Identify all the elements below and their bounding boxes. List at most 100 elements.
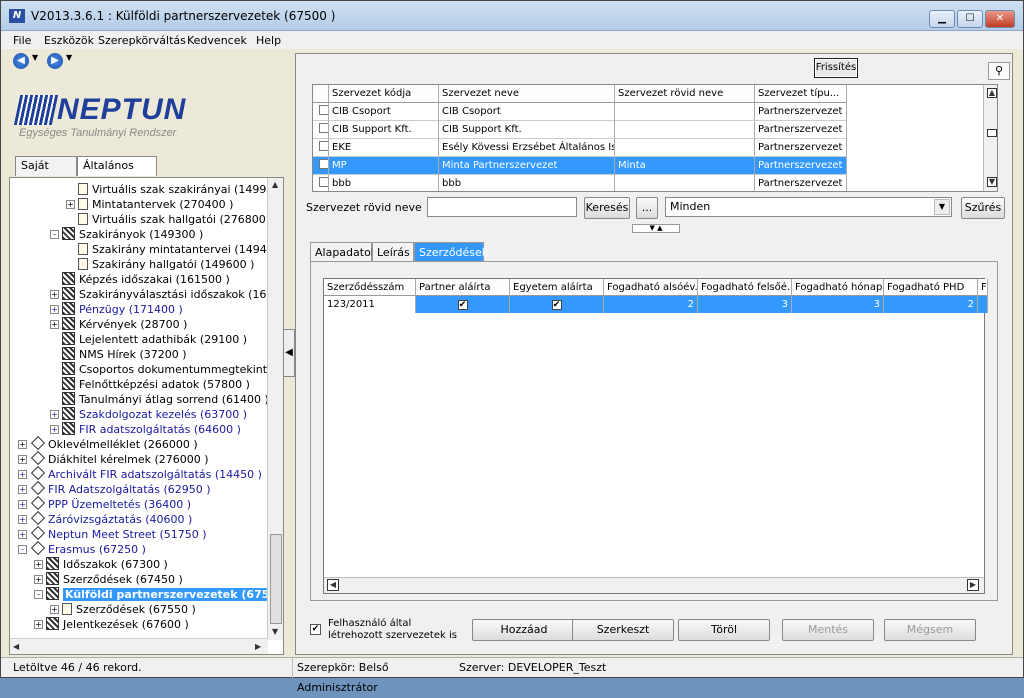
column-header[interactable]: Partner aláírta bbox=[416, 279, 510, 296]
menu-szerepkorvaltas[interactable]: Szerepkörváltás bbox=[98, 34, 186, 47]
tree-item[interactable]: Szakirány mintatantervei (149400 ) bbox=[66, 242, 268, 257]
column-header[interactable]: Szervezet rövid neve bbox=[615, 85, 755, 103]
expand-icon[interactable]: + bbox=[50, 410, 59, 419]
chevron-down-icon[interactable]: ▼ bbox=[32, 53, 38, 62]
tab-altalanos-menu[interactable]: Általános menü bbox=[77, 156, 157, 190]
tree-item[interactable]: + Mintatantervek (270400 ) bbox=[66, 197, 233, 212]
tree-item[interactable]: NMS Hírek (37200 ) bbox=[50, 347, 187, 362]
scroll-up-icon[interactable]: ▲ bbox=[987, 88, 997, 98]
arrow-left-icon[interactable]: ◀ bbox=[13, 53, 29, 69]
table-cell[interactable]: Partnerszervezet bbox=[755, 139, 847, 157]
scroll-down-icon[interactable]: ▼ bbox=[987, 177, 997, 187]
tree-item[interactable]: + PPP Üzemeltetés (36400 ) bbox=[18, 495, 191, 512]
expand-icon[interactable]: + bbox=[50, 305, 59, 314]
menu-file[interactable]: File bbox=[13, 34, 31, 47]
menu-help[interactable]: Help bbox=[256, 34, 281, 47]
tree-item[interactable]: + Szakirányválasztási időszakok (162400 ) bbox=[50, 287, 268, 302]
table-cell[interactable]: CIB Csoport bbox=[439, 103, 615, 121]
tree-item[interactable]: Lejelentett adathibák (29100 ) bbox=[50, 332, 247, 347]
edit-button[interactable]: Szerkeszt bbox=[572, 619, 674, 641]
filter-button[interactable]: Szűrés bbox=[961, 197, 1005, 219]
chevron-down-icon[interactable]: ▼ bbox=[934, 199, 950, 215]
row-checkbox[interactable] bbox=[313, 157, 329, 175]
column-header[interactable]: F bbox=[978, 279, 988, 296]
column-header[interactable]: Egyetem aláírta bbox=[510, 279, 604, 296]
tree-item[interactable]: + Pénzügy (171400 ) bbox=[50, 302, 183, 317]
tree-horizontal-scrollbar[interactable]: ◀ ▶ bbox=[10, 638, 268, 654]
column-header[interactable]: Szervezet neve bbox=[439, 85, 615, 103]
refresh-button[interactable]: Frissítés bbox=[814, 58, 858, 78]
table-cell[interactable]: Minta bbox=[615, 157, 755, 175]
cancel-button[interactable]: Mégsem bbox=[884, 619, 976, 641]
table-cell[interactable]: bbb bbox=[439, 175, 615, 191]
tree-item[interactable]: + Oklevélmelléklet (266000 ) bbox=[18, 435, 198, 452]
delete-button[interactable]: Töröl bbox=[678, 619, 770, 641]
tree-item[interactable]: - Erasmus (67250 ) bbox=[18, 540, 146, 557]
column-header[interactable]: Szervezet kódja bbox=[329, 85, 439, 103]
expand-icon[interactable]: + bbox=[50, 425, 59, 434]
tree-item[interactable]: + Kérvények (28700 ) bbox=[50, 317, 187, 332]
table-cell[interactable]: 3 bbox=[792, 296, 884, 313]
tree-item[interactable]: + Neptun Meet Street (51750 ) bbox=[18, 525, 207, 542]
scroll-up-icon[interactable]: ▲ bbox=[272, 180, 278, 189]
column-header[interactable]: Fogadható alsóév... bbox=[604, 279, 698, 296]
tree-item[interactable]: + Szakdolgozat kezelés (63700 ) bbox=[50, 407, 247, 422]
expand-icon[interactable]: + bbox=[18, 530, 27, 539]
expand-icon[interactable]: + bbox=[18, 440, 27, 449]
table-cell[interactable]: 2 bbox=[604, 296, 698, 313]
expand-icon[interactable]: + bbox=[34, 560, 43, 569]
tree-item[interactable]: + Időszakok (67300 ) bbox=[34, 557, 168, 572]
collapse-icon[interactable]: - bbox=[18, 545, 27, 554]
signed-checkbox-cell[interactable]: ✔ bbox=[416, 296, 510, 313]
scroll-left-icon[interactable]: ◀ bbox=[327, 579, 339, 591]
table-cell[interactable] bbox=[615, 121, 755, 139]
column-header[interactable]: Szervezet típu... bbox=[755, 85, 847, 103]
tree-item[interactable]: Szakirány hallgatói (149600 ) bbox=[66, 257, 254, 272]
type-filter-select[interactable]: Minden ▼ bbox=[665, 197, 952, 217]
tree-item[interactable]: Felnőttképzési adatok (57800 ) bbox=[50, 377, 250, 392]
collapse-icon[interactable]: - bbox=[34, 590, 43, 599]
tree-item[interactable]: + Szerződések (67550 ) bbox=[50, 602, 196, 617]
table-cell[interactable]: Partnerszervezet bbox=[755, 121, 847, 139]
ellipsis-button[interactable]: ... bbox=[636, 197, 658, 219]
table-cell[interactable]: 3 bbox=[698, 296, 792, 313]
tab-sajat-menu[interactable]: Saját menü bbox=[15, 156, 77, 190]
expand-icon[interactable]: + bbox=[18, 470, 27, 479]
menu-eszkozok[interactable]: Eszközök bbox=[44, 34, 94, 47]
row-checkbox[interactable] bbox=[313, 175, 329, 191]
tree-item[interactable]: + Jelentkezések (67600 ) bbox=[34, 617, 189, 632]
grid-vertical-scrollbar[interactable]: ▲ ▼ bbox=[983, 85, 997, 191]
expand-icon[interactable]: + bbox=[34, 620, 43, 629]
expand-icon[interactable]: + bbox=[50, 605, 59, 614]
table-cell[interactable] bbox=[615, 175, 755, 191]
tab-szerzodesek[interactable]: Szerződések bbox=[414, 242, 488, 262]
table-cell[interactable]: EKE bbox=[329, 139, 439, 157]
search-button[interactable]: Keresés bbox=[584, 197, 630, 219]
table-cell[interactable]: Minta Partnerszervezet bbox=[439, 157, 615, 175]
tree-item[interactable]: + Diákhitel kérelmek (276000 ) bbox=[18, 450, 209, 467]
table-cell[interactable]: Partnerszervezet bbox=[755, 103, 847, 121]
table-cell[interactable]: Esély Kövessi Erzsébet Általános Iskola bbox=[439, 139, 615, 157]
save-button[interactable]: Mentés bbox=[782, 619, 874, 641]
row-checkbox[interactable] bbox=[313, 103, 329, 121]
tree-scroll-thumb[interactable] bbox=[270, 534, 282, 624]
tree-item[interactable]: - Külföldi partnerszervezetek (67500 ) bbox=[34, 587, 268, 602]
table-cell[interactable]: 123/2011 bbox=[324, 296, 416, 313]
user-created-checkbox[interactable]: ✔ bbox=[310, 624, 321, 635]
signed-checkbox-cell[interactable]: ✔ bbox=[510, 296, 604, 313]
tree-item[interactable]: - Szakirányok (149300 ) bbox=[50, 227, 203, 242]
table-cell[interactable]: CIB Csoport bbox=[329, 103, 439, 121]
scroll-right-icon[interactable]: ▶ bbox=[967, 579, 979, 591]
table-cell[interactable]: CIB Support Kft. bbox=[329, 121, 439, 139]
tab-alapadatok[interactable]: Alapadatok bbox=[310, 242, 377, 262]
column-header[interactable]: Szerződésszám bbox=[324, 279, 416, 296]
expand-icon[interactable]: + bbox=[18, 515, 27, 524]
table-cell[interactable]: Partnerszervezet bbox=[755, 157, 847, 175]
close-button[interactable]: ✕ bbox=[985, 10, 1015, 28]
table-cell[interactable]: 2 bbox=[884, 296, 978, 313]
table-cell[interactable] bbox=[615, 139, 755, 157]
tree-item[interactable]: + FIR adatszolgáltatás (64600 ) bbox=[50, 422, 241, 437]
table-cell[interactable] bbox=[978, 296, 988, 313]
splitter-handle[interactable]: ▼ ▲ bbox=[632, 224, 680, 233]
tree-item[interactable]: Csoportos dokumentummegtekintés (46500 ) bbox=[50, 362, 268, 377]
